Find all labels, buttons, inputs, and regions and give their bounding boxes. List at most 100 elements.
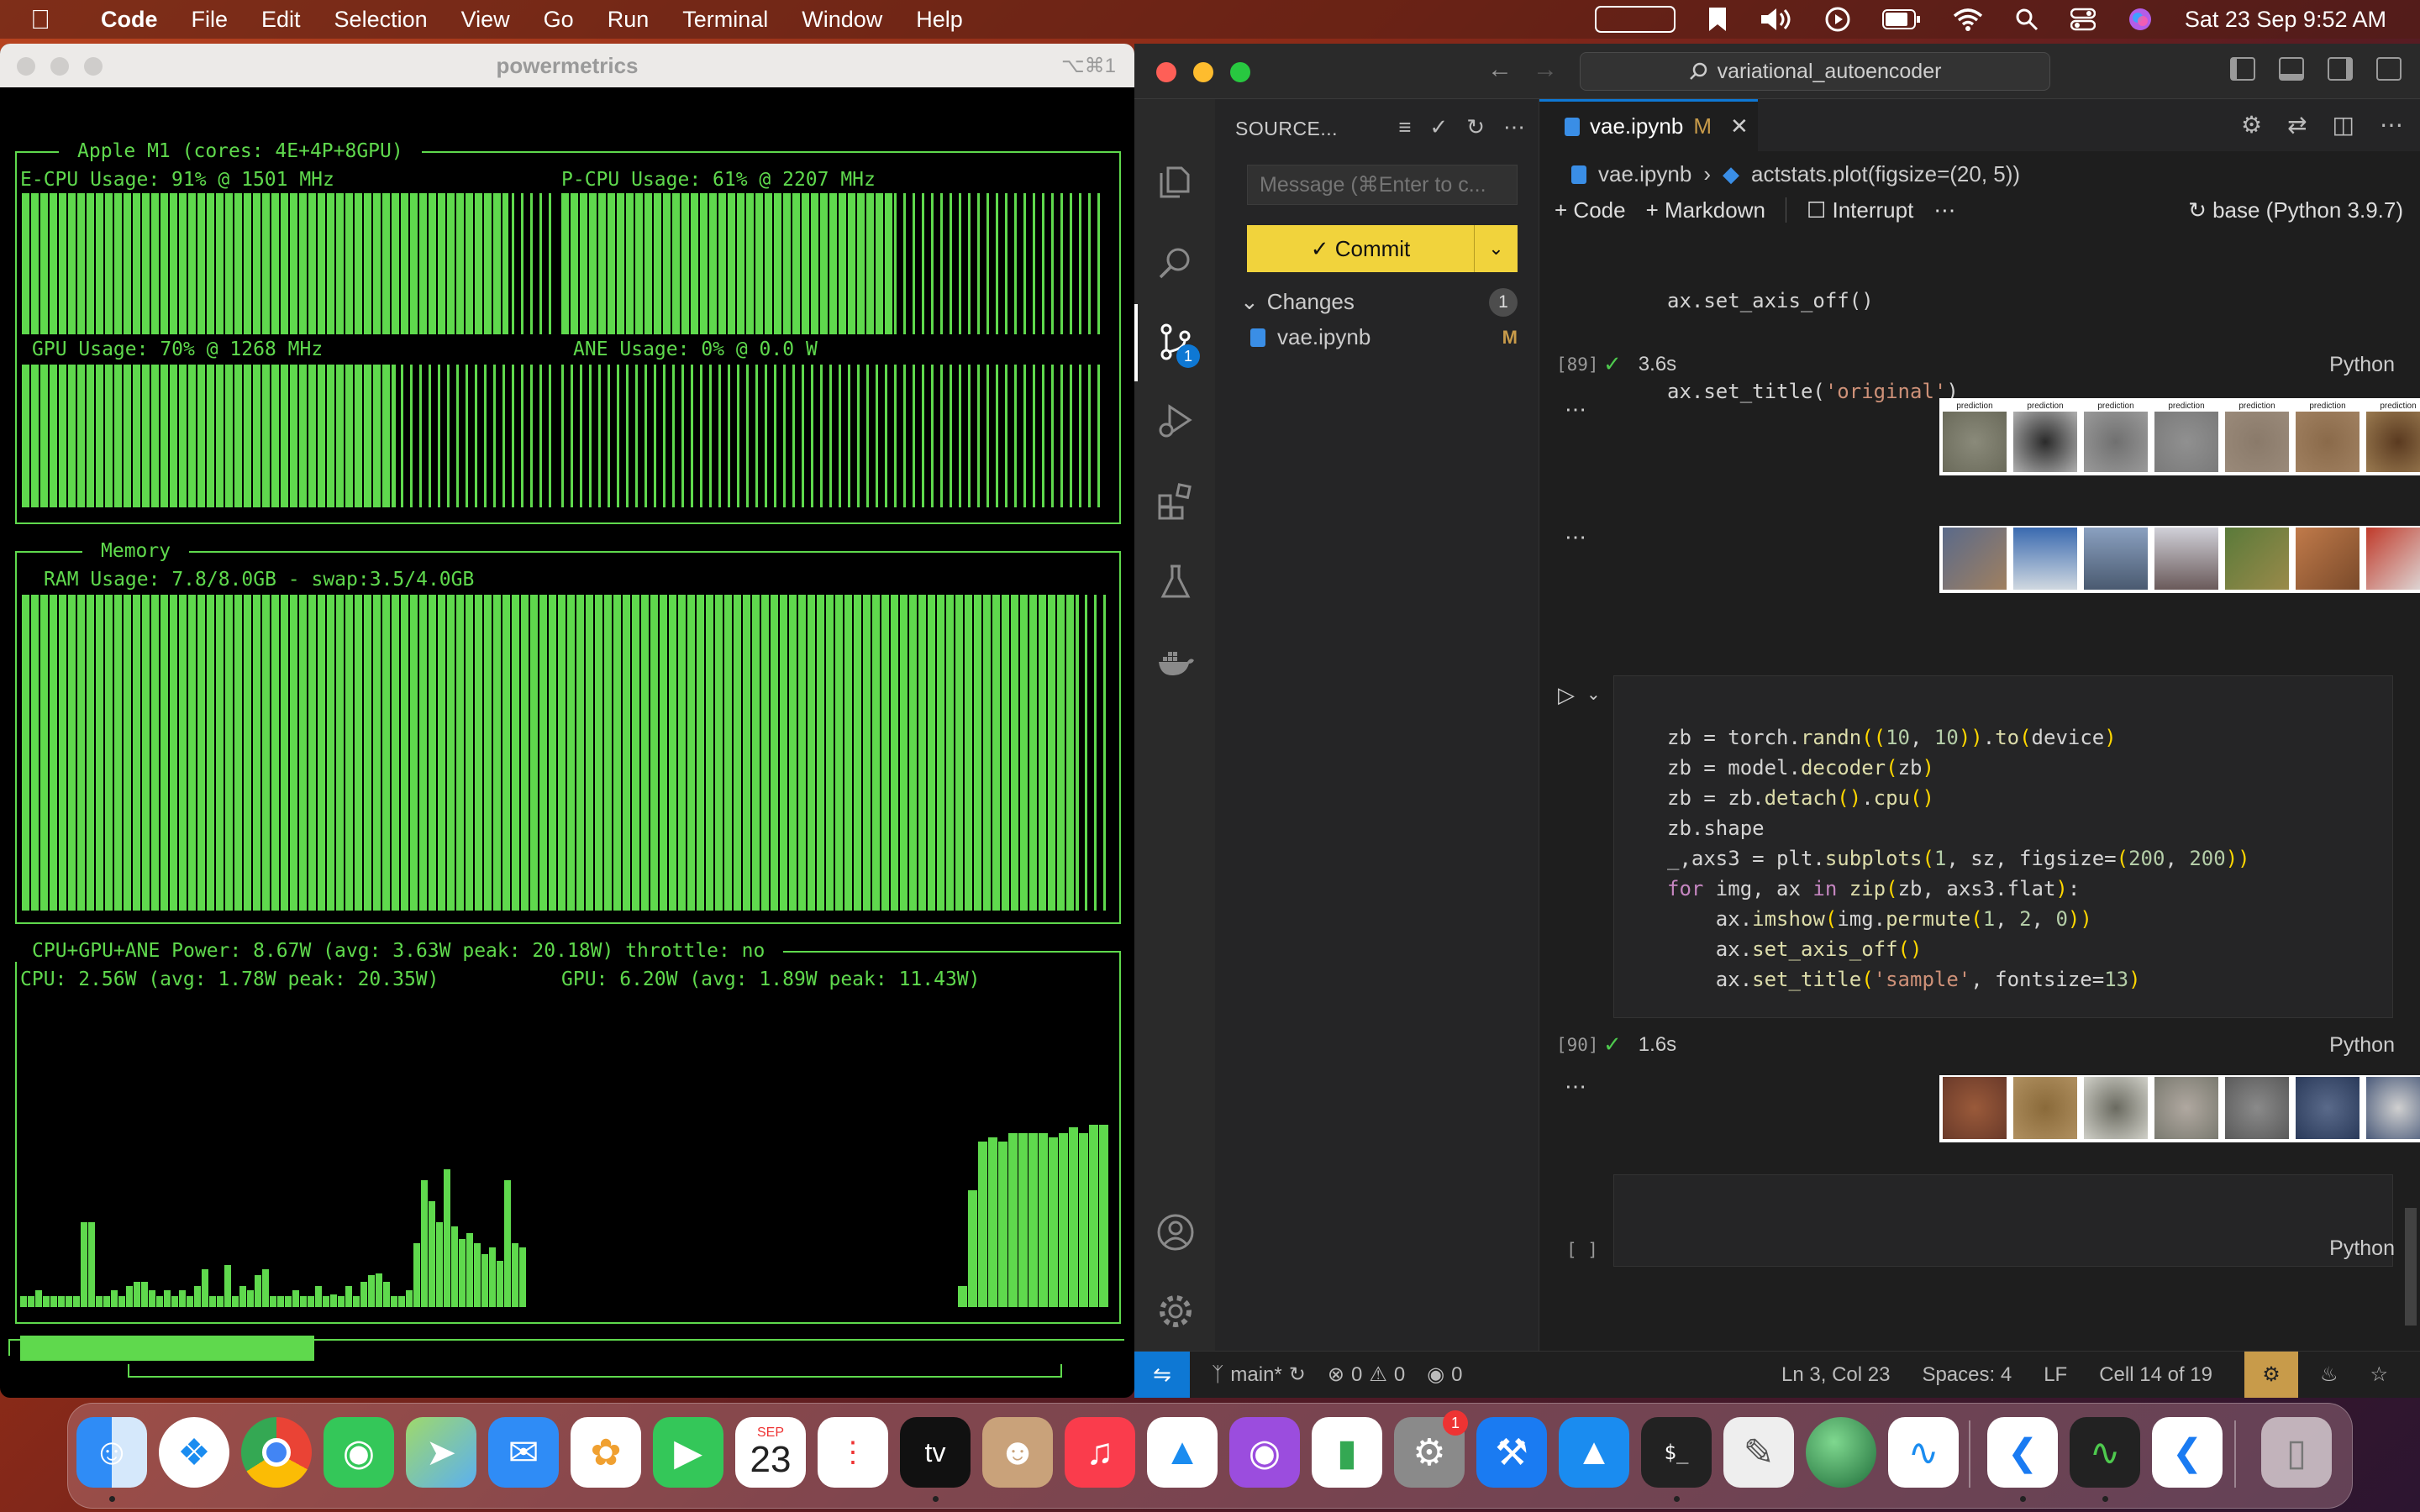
notifications-bell-icon[interactable]: ♨: [2320, 1362, 2338, 1387]
accounts-icon[interactable]: [1156, 1213, 1195, 1252]
commit-check-icon[interactable]: ✓: [1429, 114, 1448, 140]
breadcrumb-file[interactable]: vae.ipynb: [1598, 161, 1691, 187]
minimize-button[interactable]: [50, 57, 69, 76]
manage-gear-icon[interactable]: [1156, 1292, 1195, 1331]
feedback-icon[interactable]: ☆: [2370, 1362, 2388, 1387]
wifi-icon[interactable]: [1953, 8, 1983, 31]
facetime-icon[interactable]: ▶: [653, 1417, 723, 1488]
close-button[interactable]: [17, 57, 35, 76]
trash-icon[interactable]: ▯: [2261, 1417, 2332, 1488]
cell-89-code[interactable]: ax.set_axis_off() ax.set_title('original…: [1667, 225, 1959, 467]
volume-icon[interactable]: [1760, 7, 1793, 32]
indentation[interactable]: Spaces: 4: [1922, 1363, 2012, 1387]
editor-scrollbar[interactable]: [2405, 1208, 2417, 1326]
podcasts-icon[interactable]: ◉: [1229, 1417, 1300, 1488]
status-frame-icon[interactable]: [1594, 6, 1676, 33]
mail-icon[interactable]: ✉: [488, 1417, 559, 1488]
back-arrow-icon[interactable]: ←: [1487, 55, 1512, 84]
siri-icon[interactable]: [2128, 7, 2153, 32]
empty-cell-frame[interactable]: [1613, 1174, 2393, 1267]
cursor-position[interactable]: Ln 3, Col 23: [1781, 1363, 1890, 1387]
apple-tv-icon[interactable]: tv: [900, 1417, 971, 1488]
vscode-icon[interactable]: ❮: [1987, 1417, 2058, 1488]
more-actions-icon[interactable]: ⋯: [2380, 111, 2403, 139]
toggle-sidebar-icon[interactable]: [2230, 57, 2255, 81]
cell-90-language[interactable]: Python: [2329, 1033, 2395, 1058]
split-editor-icon[interactable]: ◫: [2333, 111, 2354, 139]
menu-run[interactable]: Run: [608, 7, 650, 33]
output-more-icon[interactable]: ⋯: [1565, 1074, 1586, 1100]
testing-icon[interactable]: [1156, 563, 1195, 601]
sync-icon[interactable]: ↻: [1289, 1362, 1306, 1387]
view-as-tree-icon[interactable]: ≡: [1398, 114, 1411, 140]
customize-layout-icon[interactable]: [2376, 57, 2402, 81]
menu-file[interactable]: File: [192, 7, 229, 33]
commit-dropdown-chevron-icon[interactable]: ⌄: [1474, 225, 1518, 272]
cell-89-language[interactable]: Python: [2329, 353, 2395, 377]
cell-indicator[interactable]: Cell 14 of 19: [2099, 1363, 2212, 1387]
menu-help[interactable]: Help: [916, 7, 963, 33]
docker-icon[interactable]: [1156, 643, 1195, 682]
tab-close-icon[interactable]: ✕: [1730, 113, 1749, 139]
add-code-cell-button[interactable]: + Code: [1555, 197, 1626, 223]
spotlight-icon[interactable]: [2015, 8, 2039, 31]
menu-terminal[interactable]: Terminal: [682, 7, 768, 33]
script-editor-icon[interactable]: ✎: [1723, 1417, 1794, 1488]
toggle-panel-icon[interactable]: [2279, 57, 2304, 81]
run-cell-icon[interactable]: ▷: [1558, 682, 1575, 708]
numbers-icon[interactable]: ▮: [1312, 1417, 1382, 1488]
commit-button[interactable]: ✓ Commit ⌄: [1247, 225, 1518, 272]
freeform-icon[interactable]: ∿: [1888, 1417, 1959, 1488]
apple-menu-icon[interactable]: : [30, 4, 64, 35]
music-icon[interactable]: ♫: [1065, 1417, 1135, 1488]
forward-arrow-icon[interactable]: →: [1533, 55, 1558, 84]
kernel-picker[interactable]: ↻ base (Python 3.9.7): [2188, 197, 2403, 223]
settings-gear-icon[interactable]: ⚙: [2241, 111, 2262, 139]
bookmark-icon[interactable]: [1707, 7, 1728, 32]
play-icon[interactable]: [1825, 7, 1850, 32]
messages-icon[interactable]: ◉: [324, 1417, 394, 1488]
menu-window[interactable]: Window: [802, 7, 882, 33]
branch-indicator[interactable]: ᛉ main* ↻: [1212, 1362, 1306, 1387]
breadcrumb-symbol[interactable]: actstats.plot(figsize=(20, 5)): [1751, 161, 2020, 187]
battery-icon[interactable]: [1881, 8, 1921, 30]
menu-app-name[interactable]: Code: [101, 7, 158, 33]
menu-selection[interactable]: Selection: [334, 7, 428, 33]
vscode-insiders-icon[interactable]: ❮: [2152, 1417, 2223, 1488]
minimize-button[interactable]: [1193, 62, 1213, 82]
zoom-button[interactable]: [1230, 62, 1250, 82]
finder-icon[interactable]: ☺: [76, 1417, 147, 1488]
search-view-icon[interactable]: [1156, 244, 1195, 282]
app-store-icon[interactable]: ▲: [1559, 1417, 1629, 1488]
empty-cell-language[interactable]: Python: [2329, 1236, 2395, 1261]
more-actions-icon[interactable]: ⋯: [1503, 114, 1525, 140]
problems-indicator[interactable]: ⊗ 0 ⚠ 0: [1328, 1362, 1405, 1387]
contacts-icon[interactable]: ☻: [982, 1417, 1053, 1488]
sphere-app-icon[interactable]: [1806, 1417, 1876, 1488]
copilot-disabled-icon[interactable]: ⚙: [2244, 1352, 2298, 1398]
zoom-button[interactable]: [84, 57, 103, 76]
ports-indicator[interactable]: ◉ 0: [1427, 1362, 1462, 1387]
cell-90-code[interactable]: zb = torch.randn((10, 10)).to(device) zb …: [1667, 692, 2250, 995]
add-markdown-cell-button[interactable]: + Markdown: [1646, 197, 1765, 223]
calendar-icon[interactable]: SEP 23: [735, 1417, 806, 1488]
terminal-icon[interactable]: $_: [1641, 1417, 1712, 1488]
explorer-icon[interactable]: [1156, 163, 1195, 202]
commit-message-input[interactable]: [1247, 165, 1518, 205]
safari-icon[interactable]: ❖: [159, 1417, 229, 1488]
close-button[interactable]: [1156, 62, 1176, 82]
toolbar-more-icon[interactable]: ⋯: [1933, 197, 1955, 223]
menu-view[interactable]: View: [461, 7, 510, 33]
toggle-secondary-sidebar-icon[interactable]: [2328, 57, 2353, 81]
refresh-icon[interactable]: ↻: [1466, 114, 1485, 140]
menubar-clock[interactable]: Sat 23 Sep 9:52 AM: [2185, 7, 2386, 33]
photos-icon[interactable]: ✿: [571, 1417, 641, 1488]
reminders-icon[interactable]: ⋮: [818, 1417, 888, 1488]
menu-go[interactable]: Go: [544, 7, 574, 33]
keynote-icon[interactable]: ▲: [1147, 1417, 1218, 1488]
command-center-search[interactable]: variational_autoencoder: [1580, 52, 2050, 91]
run-debug-icon[interactable]: [1156, 402, 1195, 440]
activity-monitor-icon[interactable]: ∿: [2070, 1417, 2140, 1488]
xcode-icon[interactable]: ⚒: [1476, 1417, 1547, 1488]
output-more-icon[interactable]: ⋯: [1565, 524, 1586, 550]
